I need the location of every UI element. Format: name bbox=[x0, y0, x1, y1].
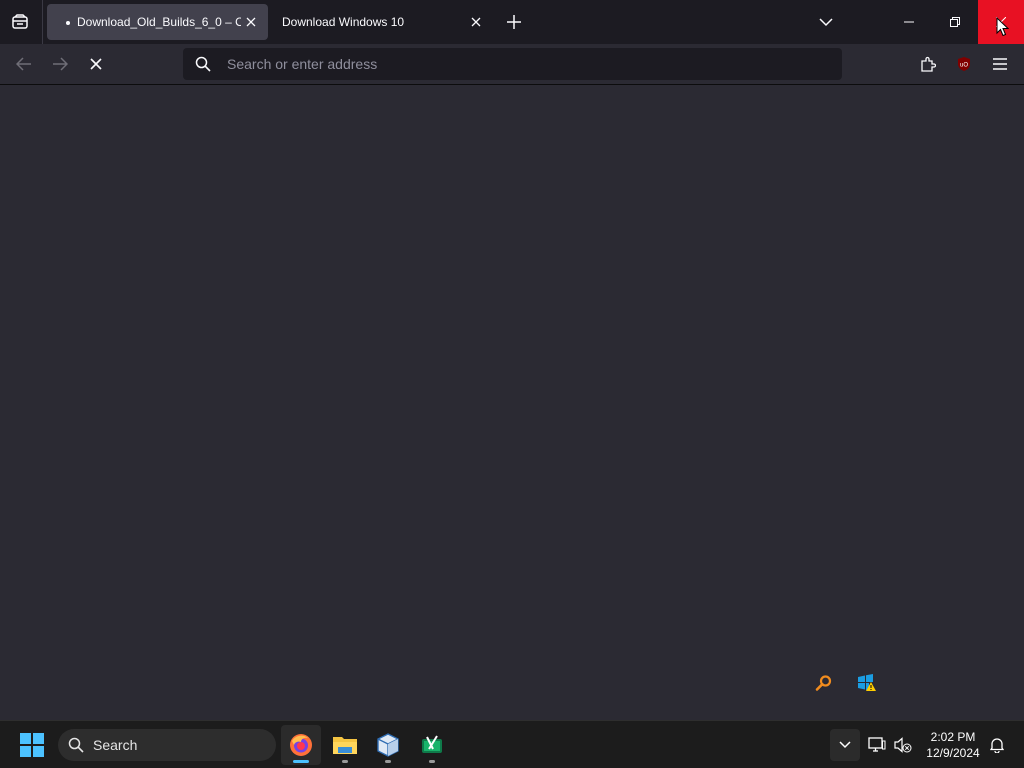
minimize-button[interactable] bbox=[886, 0, 932, 44]
ublock-origin-icon: uO bbox=[958, 57, 970, 71]
restore-button[interactable] bbox=[932, 0, 978, 44]
show-hidden-icons-button[interactable] bbox=[830, 729, 860, 761]
app-running-indicator bbox=[385, 760, 391, 763]
address-input[interactable] bbox=[227, 48, 827, 80]
firefox-icon bbox=[290, 734, 312, 756]
plus-icon bbox=[507, 15, 521, 29]
search-icon bbox=[68, 737, 84, 753]
tab-title: Download Windows 10 bbox=[282, 15, 405, 29]
clock-date: 12/9/2024 bbox=[926, 746, 980, 760]
back-button[interactable] bbox=[12, 52, 36, 76]
bell-icon bbox=[990, 738, 1004, 753]
tab-strip-divider bbox=[42, 0, 43, 44]
volume-muted-icon bbox=[894, 737, 912, 753]
new-tab-button[interactable] bbox=[502, 10, 526, 34]
start-button[interactable] bbox=[16, 729, 48, 761]
tab-title: Download_Old_Builds_6_0 – Oracle bbox=[77, 15, 241, 29]
tab-close-icon[interactable] bbox=[242, 13, 260, 31]
notifications-button[interactable] bbox=[986, 733, 1008, 757]
tab-strip: Download_Old_Builds_6_0 – Oracle Downloa… bbox=[0, 0, 1024, 44]
arrow-right-icon bbox=[53, 57, 68, 71]
windows-logo-icon bbox=[20, 733, 44, 757]
network-status-button[interactable] bbox=[866, 733, 888, 757]
tab-download-old-builds[interactable]: Download_Old_Builds_6_0 – Oracle bbox=[47, 4, 268, 40]
chevron-down-icon bbox=[819, 18, 833, 27]
ublock-origin-button[interactable]: uO bbox=[952, 52, 976, 76]
firefox-view-icon[interactable] bbox=[8, 10, 32, 34]
taskbar-app-file-explorer[interactable] bbox=[325, 725, 365, 765]
mouse-cursor-icon bbox=[996, 17, 1009, 37]
stop-loading-button[interactable] bbox=[84, 52, 108, 76]
taskbar-app-virtualbox[interactable] bbox=[368, 725, 408, 765]
taskbar-clock[interactable]: 2:02 PM 12/9/2024 bbox=[920, 729, 986, 761]
windows-security-warning-icon[interactable] bbox=[852, 669, 880, 697]
file-explorer-icon bbox=[333, 737, 357, 754]
puzzle-icon bbox=[921, 56, 936, 72]
stop-icon bbox=[90, 58, 102, 70]
taskbar: Search 2:02 PM 12/9/2024 bbox=[0, 720, 1024, 768]
taskbar-app-snipping-tool[interactable] bbox=[412, 725, 452, 765]
taskbar-app-firefox[interactable] bbox=[281, 725, 321, 765]
taskbar-search-label: Search bbox=[93, 737, 138, 753]
tab-close-icon[interactable] bbox=[467, 13, 485, 31]
tab-download-windows-10[interactable]: Download Windows 10 bbox=[270, 4, 488, 40]
taskbar-search-box[interactable]: Search bbox=[58, 729, 276, 761]
tab-loading-indicator bbox=[66, 21, 70, 25]
chevron-up-icon bbox=[839, 741, 851, 749]
arrow-left-icon bbox=[16, 57, 31, 71]
app-menu-button[interactable] bbox=[988, 52, 1012, 76]
navigation-toolbar: uO bbox=[0, 44, 1024, 85]
sniping-tool-icon bbox=[422, 735, 442, 753]
app-running-indicator bbox=[429, 760, 435, 763]
page-content[interactable] bbox=[0, 85, 1024, 720]
app-running-indicator bbox=[293, 760, 309, 763]
extensions-button[interactable] bbox=[916, 52, 940, 76]
volume-button[interactable] bbox=[892, 733, 914, 757]
network-wired-icon bbox=[868, 737, 886, 752]
search-icon bbox=[195, 56, 211, 72]
app-running-indicator bbox=[342, 760, 348, 763]
minimize-icon bbox=[904, 21, 914, 23]
hamburger-menu-icon bbox=[993, 58, 1007, 70]
search-tool-icon[interactable] bbox=[810, 669, 838, 697]
svg-text:uO: uO bbox=[960, 63, 968, 69]
list-all-tabs-button[interactable] bbox=[814, 10, 838, 34]
restore-icon bbox=[950, 17, 960, 27]
clock-time: 2:02 PM bbox=[930, 730, 976, 744]
forward-button[interactable] bbox=[48, 52, 72, 76]
address-bar[interactable] bbox=[183, 48, 842, 80]
virtualbox-icon bbox=[377, 733, 399, 757]
